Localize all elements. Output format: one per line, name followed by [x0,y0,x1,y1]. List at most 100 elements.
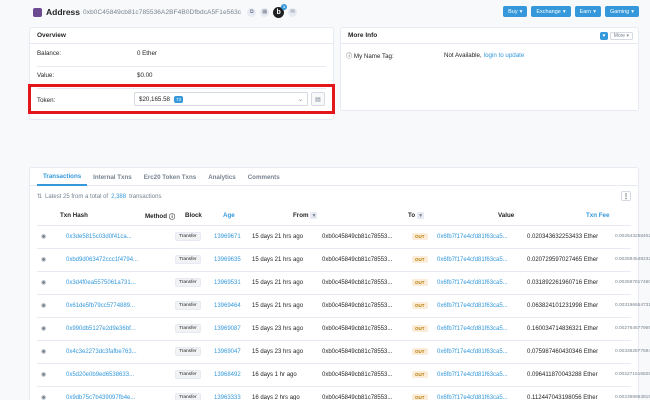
txn-hash-link[interactable]: 0x3d4f0ea5575061a731... [66,272,144,293]
col-method: Method ⓘ [145,212,176,221]
more-button[interactable]: More ▾ [609,32,633,40]
tab-bar: Transactions Internal Txns Erc20 Token T… [30,168,638,186]
age-text: 16 days 1 hr ago [252,371,297,378]
from-address: 0xb0c45849cb81c78553... [322,302,393,309]
fee-cell: 0.003196654731↑ [615,295,650,316]
value-text: 0.112447043198056 Ether [527,394,598,400]
block-link[interactable]: 13969635 [214,249,241,270]
from-address: 0xb0c45849cb81c78553... [322,348,393,355]
to-address-link[interactable]: 0x6fb7f17e4cfd81f63ca5... [437,318,514,339]
options-button[interactable]: ⋮ [621,191,631,201]
txn-hash-link[interactable]: 0x4c3e2273dc3fafbe763... [66,341,144,362]
direction-badge: OUT [412,341,428,362]
method-badge-label: Transfer [175,301,201,310]
eye-icon[interactable]: ◉ [41,318,51,339]
tab-analytics[interactable]: Analytics [202,168,242,186]
txn-hash-link[interactable]: 0xbd9d063472ccc1f4794... [66,249,144,270]
direction-badge-label: OUT [412,325,428,332]
filter-icon[interactable]: ▼ [310,212,318,219]
fee-text: 0.002764677965 [615,326,650,331]
txn-hash-link[interactable]: 0x990db5127e2d9e36bf... [66,318,144,339]
to-address-link[interactable]: 0x6fb7f17e4cfd81f63ca5... [437,364,514,385]
block-link[interactable]: 13969531 [214,272,241,293]
login-link[interactable]: login to update [484,52,525,59]
fee-cell: 0.002764677965↑ [615,318,650,339]
col-age[interactable]: Age [223,212,235,219]
to-address-link[interactable]: 0x6fb7f17e4cfd81f63ca5... [437,272,514,293]
txn-hash-link[interactable]: 0x61de5fb79cc5774889... [66,295,144,316]
fee-cell: 0.002398963815↑ [615,387,650,400]
gaming-button[interactable]: Gaming ▾ [604,6,639,17]
value-text: 0.063824101231998 Ether [527,302,599,309]
buy-button[interactable]: Buy ▾ [503,6,528,17]
name-tag-row: ⓘ My Name Tag: Not Available, login to u… [346,51,631,60]
block-link[interactable]: 13968492 [214,364,241,385]
table-row: ◉ 0x9db75c7b439097fb4e... Transfer 13963333… [30,387,650,400]
txn-hash-link[interactable]: 0x5d20e0b9ed6538633... [66,364,144,385]
fee-text: 0.002398963815 [615,395,650,400]
fee-cell: 0.002594548232↑ [615,249,650,270]
to-address-link[interactable]: 0x6fb7f17e4cfd81f63ca5... [437,341,514,362]
eye-icon[interactable]: ◉ [41,226,51,247]
page-header: Address 0xb0C45849cb81c785536A2BF4B0Dfbd… [0,0,650,24]
txn-hash-link[interactable]: 0x3de5815c03d0f41ca... [66,226,144,247]
transactions-card: Transactions Internal Txns Erc20 Token T… [29,167,650,400]
eye-icon[interactable]: ◉ [41,249,51,270]
method-badge-label: Transfer [175,370,201,379]
to-address-link[interactable]: 0x6fb7f17e4cfd81f63ca5... [437,387,514,400]
value-text: 0.096411870043288 Ether [527,371,598,378]
direction-badge: OUT [412,249,428,270]
identicon-avatar [33,7,42,17]
exchange-button[interactable]: Exchange ▾ [531,6,571,17]
eye-icon[interactable]: ◉ [41,295,51,316]
eye-icon[interactable]: ◉ [41,341,51,362]
qr-code-icon[interactable]: ▦ [260,7,270,17]
tab-internal-txns[interactable]: Internal Txns [87,168,138,186]
to-address-link[interactable]: 0x6fb7f17e4cfd81f63ca5... [437,295,514,316]
to-address-link[interactable]: 0x6fb7f17e4cfd81f63ca5... [437,226,514,247]
method-badge: Transfer [175,226,201,247]
tab-erc20-token-txns[interactable]: Erc20 Token Txns [138,168,203,186]
earn-button[interactable]: Earn ▾ [574,6,601,17]
direction-badge-label: OUT [412,348,428,355]
from-address: 0xb0c45849cb81c78553... [322,233,393,240]
chat-icon[interactable]: ✉ [288,7,298,17]
total-transactions-link[interactable]: 2,388 [111,194,126,200]
eye-icon[interactable]: ◉ [41,364,51,385]
block-link[interactable]: 13969087 [214,318,241,339]
col-txn-fee[interactable]: Txn Fee [586,212,609,219]
eye-icon[interactable]: ◉ [41,272,51,293]
block-link[interactable]: 13969464 [214,295,241,316]
help-icon: ⓘ [346,53,354,60]
tab-comments[interactable]: Comments [242,168,286,186]
method-badge: Transfer [175,318,201,339]
col-to: To ▼ [408,212,425,219]
blockscan-icon[interactable]: b1 [273,3,288,18]
table-row: ◉ 0x990db5127e2d9e36bf... Transfer 13969087… [30,318,650,339]
direction-badge: OUT [412,272,428,293]
chevron-down-icon: ▾ [519,8,523,15]
header-actions: Buy ▾ Exchange ▾ Earn ▾ Gaming ▾ [503,6,639,17]
method-badge-label: Transfer [175,324,201,333]
direction-badge-label: OUT [412,256,428,263]
chevron-down-icon: ▾ [631,8,634,15]
fee-text: 0.003196654731 [615,303,650,308]
fee-text: 0.002271616825 [615,372,650,377]
heart-icon[interactable]: ♥ [600,32,608,40]
from-address: 0xb0c45849cb81c78553... [322,256,393,263]
copy-icon[interactable]: ⧉ [247,7,257,17]
tab-transactions[interactable]: Transactions [37,168,88,186]
to-address-link[interactable]: 0x6fb7f17e4cfd81f63ca5... [437,249,514,270]
info-icon[interactable]: ⓘ [169,212,175,221]
more-info-title: More Info [341,28,638,44]
chevron-down-icon: ▾ [593,8,596,15]
value-text: 0.075987460430346 Ether [527,348,599,355]
filter-icon[interactable]: ▼ [417,212,425,219]
block-link[interactable]: 13969047 [214,341,241,362]
block-link[interactable]: 13963333 [214,387,241,400]
eye-icon[interactable]: ◉ [41,387,51,400]
balance-row: Balance: 0 Ether [37,50,326,57]
fee-cell: 0.002543258402↑ [615,226,650,247]
block-link[interactable]: 13969671 [214,226,241,247]
txn-hash-link[interactable]: 0x9db75c7b439097fb4e... [66,387,144,400]
